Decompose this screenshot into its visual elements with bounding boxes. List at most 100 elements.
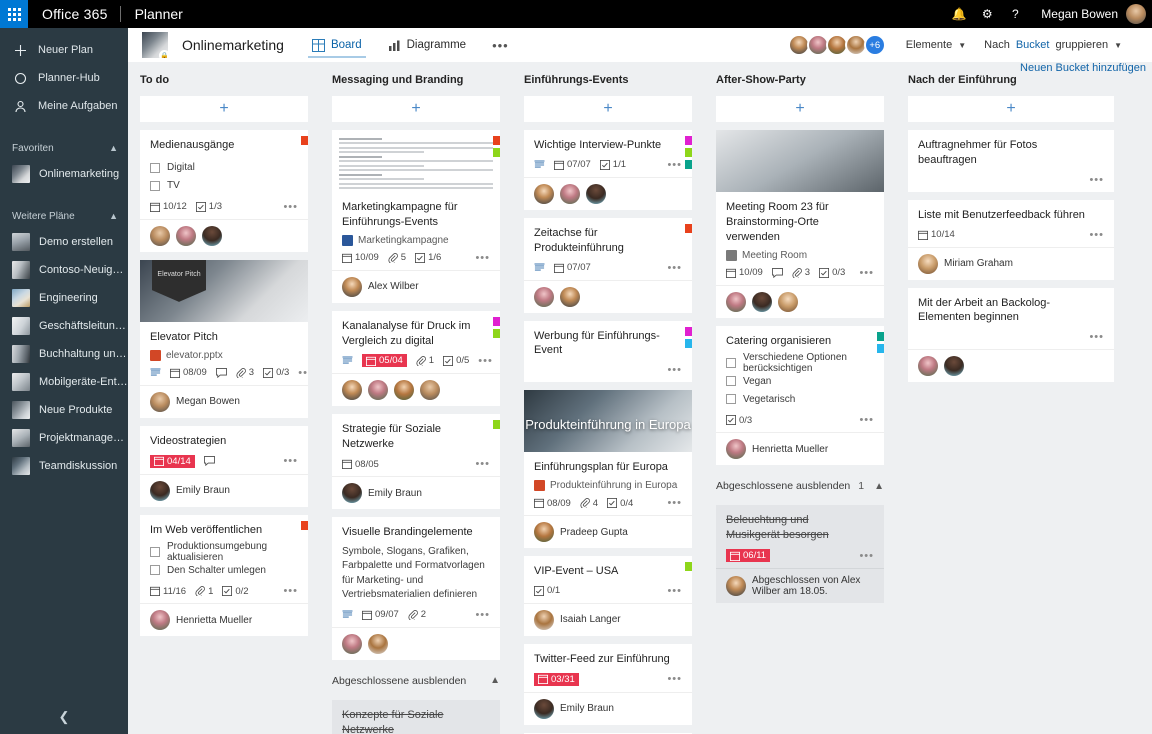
sidebar-plan-1[interactable]: Contoso-Neuigkeiten	[0, 256, 128, 284]
card-label[interactable]	[685, 223, 692, 233]
add-bucket-button[interactable]: Neuen Bucket hinzufügen	[1020, 62, 1146, 74]
suite-brand[interactable]: Office 365	[28, 6, 120, 22]
app-name[interactable]: Planner	[121, 6, 183, 22]
help-icon[interactable]: ?	[1001, 0, 1029, 28]
sidebar-plan-7[interactable]: Projektmanagement	[0, 424, 128, 452]
card-more-button[interactable]: •••	[475, 458, 490, 470]
sidebar-group-other-plans[interactable]: Weitere Pläne ▲	[0, 204, 128, 228]
task-card[interactable]: Liste mit Benutzerfeedback führen 10/14 ••…	[908, 199, 1114, 280]
add-task-button[interactable]: +	[140, 96, 308, 122]
add-task-button[interactable]: +	[716, 96, 884, 122]
tab-board[interactable]: Board	[306, 28, 368, 62]
card-more-button[interactable]: •••	[283, 585, 298, 597]
card-attachment[interactable]: elevator.pptx	[150, 349, 298, 361]
bucket-scroll[interactable]: Auftragnehmer für Fotos beauftragen ••• Li…	[908, 130, 1114, 734]
card-label[interactable]	[493, 420, 500, 430]
sidebar-group-favorites[interactable]: Favoriten ▲	[0, 136, 128, 160]
card-more-button[interactable]: •••	[298, 367, 308, 379]
checkbox-icon[interactable]	[726, 394, 736, 405]
card-more-button[interactable]: •••	[859, 550, 874, 562]
card-more-button[interactable]: •••	[283, 455, 298, 467]
card-more-button[interactable]: •••	[478, 355, 493, 367]
checkbox-icon[interactable]	[726, 376, 736, 387]
checklist-item[interactable]: Produktionsumgebung aktualisieren	[150, 541, 298, 563]
add-task-button[interactable]: +	[332, 96, 500, 122]
sidebar-plan-5[interactable]: Mobilgeräte-Entwicklu...	[0, 368, 128, 396]
card-more-button[interactable]: •••	[667, 585, 682, 597]
sidebar-plan-3[interactable]: Geschäftsleitungsecke	[0, 312, 128, 340]
checkbox-icon[interactable]	[150, 547, 160, 558]
card-more-button[interactable]: •••	[1089, 174, 1104, 186]
card-label[interactable]	[685, 562, 692, 572]
groupby-dropdown[interactable]: Nach Bucket gruppieren ▼	[984, 39, 1122, 51]
card-label[interactable]	[301, 136, 308, 145]
card-more-button[interactable]: •••	[1089, 229, 1104, 241]
card-label[interactable]	[493, 148, 500, 157]
completed-task-card[interactable]: Beleuchtung und Musikgerät besorgen 06/11…	[716, 505, 884, 604]
checklist-item[interactable]: Vegan	[726, 372, 874, 390]
card-label[interactable]	[493, 136, 500, 145]
bucket-header[interactable]: Einführungs-Events	[524, 70, 692, 90]
task-card[interactable]: Videostrategien 04/14 ••• Emily Braun	[140, 425, 308, 507]
bucket-header[interactable]: To do	[140, 70, 308, 90]
checklist-item[interactable]: Den Schalter umlegen	[150, 561, 298, 579]
task-card[interactable]: Meeting Room 23 für Brainstorming-Orte v…	[716, 130, 884, 318]
bucket-scroll[interactable]: Wichtige Interview-Punkte 07/07 1/1 ••• Zeit…	[524, 130, 692, 734]
card-label[interactable]	[493, 328, 500, 338]
member-facepile[interactable]: +6	[787, 34, 886, 56]
task-card[interactable]: Elevator Pitch Elevator Pitch elevator.ppt…	[140, 259, 308, 418]
task-card[interactable]: Medienausgänge Digital TV 10/12 1/3 •••	[140, 130, 308, 252]
card-more-button[interactable]: •••	[667, 159, 682, 171]
toggle-completed-section[interactable]: Abgeschlossene ausblenden ▲	[332, 668, 500, 694]
sidebar-plan-4[interactable]: Buchhaltung und Fina...	[0, 340, 128, 368]
task-card[interactable]: Im Web veröffentlichen Produktionsumgebun…	[140, 514, 308, 637]
card-label[interactable]	[685, 136, 692, 145]
task-card[interactable]: Werbung für Einführungs-Event •••	[524, 320, 692, 383]
user-menu[interactable]: Megan Bowen	[1029, 4, 1152, 24]
toggle-completed-section[interactable]: Abgeschlossene ausblenden 1 ▲	[716, 473, 884, 499]
card-more-button[interactable]: •••	[667, 262, 682, 274]
checklist-item[interactable]: Digital	[150, 159, 298, 177]
sidebar-plan-0[interactable]: Demo erstellen	[0, 228, 128, 256]
completed-task-card[interactable]: Konzepte für Soziale Netzwerke20.12.2016…	[332, 699, 500, 734]
bucket-header[interactable]: Messaging und Branding	[332, 70, 500, 90]
add-task-button[interactable]: +	[524, 96, 692, 122]
filter-dropdown[interactable]: Elemente ▼	[906, 39, 966, 51]
gear-icon[interactable]: ⚙	[973, 0, 1001, 28]
card-more-button[interactable]: •••	[667, 673, 682, 685]
task-card[interactable]: Visuelle Brandingelemente Symbole, Slogan…	[332, 517, 500, 660]
checklist-item[interactable]: Vegetarisch	[726, 390, 874, 408]
bucket-scroll[interactable]: Medienausgänge Digital TV 10/12 1/3 ••• Elevat…	[140, 130, 308, 734]
card-label[interactable]	[685, 148, 692, 157]
checkbox-icon[interactable]	[150, 162, 160, 173]
task-card[interactable]: Mit der Arbeit an Backolog-Elementen beg…	[908, 287, 1114, 383]
card-label[interactable]	[685, 326, 692, 336]
card-more-button[interactable]: •••	[1089, 331, 1104, 343]
card-attachment[interactable]: Meeting Room	[726, 249, 874, 261]
card-more-button[interactable]: •••	[859, 414, 874, 426]
checklist-item[interactable]: Verschiedene Optionen berücksichtigen	[726, 352, 874, 374]
card-more-button[interactable]: •••	[475, 609, 490, 621]
bucket-scroll[interactable]: Meeting Room 23 für Brainstorming-Orte v…	[716, 130, 884, 734]
add-task-button[interactable]: +	[908, 96, 1114, 122]
task-card[interactable]: Marketingkampagne für Einführungs-Events…	[332, 130, 500, 303]
card-more-button[interactable]: •••	[859, 267, 874, 279]
bucket-scroll[interactable]: Marketingkampagne für Einführungs-Events…	[332, 130, 500, 734]
bell-icon[interactable]: 🔔	[945, 0, 973, 28]
task-card[interactable]: Wichtige Interview-Punkte 07/07 1/1 •••	[524, 130, 692, 210]
sidebar-item-new-plan[interactable]: Neuer Plan	[0, 36, 128, 64]
card-more-button[interactable]: •••	[475, 252, 490, 264]
sidebar-plan-6[interactable]: Neue Produkte	[0, 396, 128, 424]
card-label[interactable]	[877, 331, 884, 341]
task-card[interactable]: Auftragnehmer für Fotos beauftragen •••	[908, 130, 1114, 192]
task-card[interactable]: VIP-Event – USA 0/1 ••• Isaiah Langer	[524, 556, 692, 636]
card-more-button[interactable]: •••	[667, 364, 682, 376]
card-more-button[interactable]: •••	[667, 497, 682, 509]
tab-charts[interactable]: Diagramme	[382, 28, 472, 62]
task-card[interactable]: Kanalanalyse für Druck im Vergleich zu d…	[332, 310, 500, 407]
bucket-header[interactable]: After-Show-Party	[716, 70, 884, 90]
sidebar-plan-8[interactable]: Teamdiskussion	[0, 452, 128, 480]
card-label[interactable]	[877, 343, 884, 353]
task-card[interactable]: Twitter-Feed zur Einführung 03/31 ••• Emily…	[524, 643, 692, 725]
sidebar-plan-2[interactable]: Engineering	[0, 284, 128, 312]
